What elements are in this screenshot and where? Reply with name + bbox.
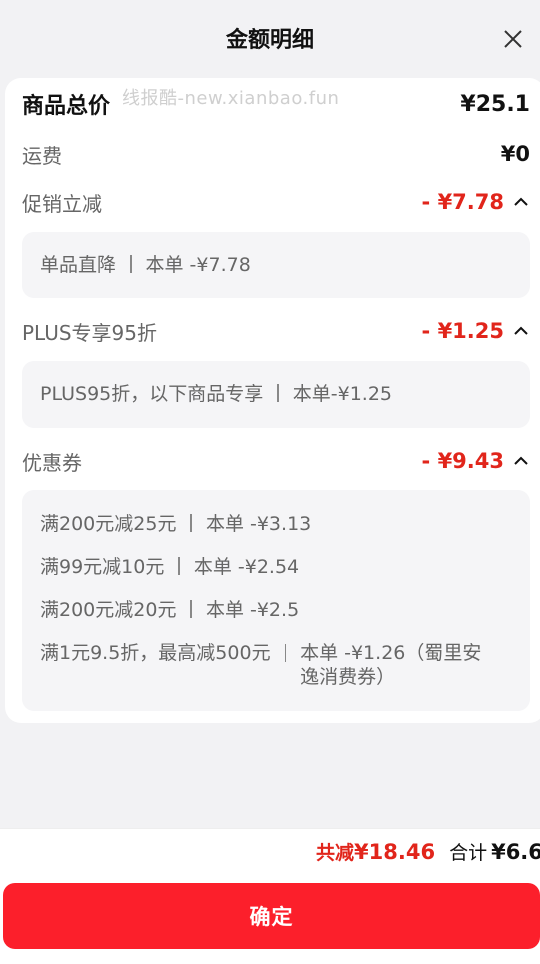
coupon-value: - ¥9.43 [421, 449, 504, 473]
checkout-summary: 共减 ¥18.46 合计 ¥6.64 [316, 838, 540, 865]
divider [277, 384, 279, 402]
plus-toggle[interactable]: - ¥1.25 [422, 319, 530, 343]
coupon-detail-box: 满200元减25元 本单 -¥3.13 满99元减10元 本单 -¥2.54 满20… [22, 490, 530, 711]
shipping-row: 运费 ¥0 [22, 136, 530, 172]
plus-value: - ¥1.25 [421, 319, 504, 343]
promo-detail-item: 单品直降 本单 -¥7.78 [40, 253, 512, 277]
coupon-detail-item: 满200元减25元 本单 -¥3.13 [40, 512, 512, 536]
total-reduce-value: ¥18.46 [354, 840, 436, 864]
divider [190, 600, 192, 618]
coupon-item-amount: 本单 -¥3.13 [205, 513, 312, 535]
coupon-item-name: 满1元9.5折，最高减500元 [40, 642, 271, 664]
coupon-item-amount: 本单 -¥2.5 [205, 599, 300, 621]
shipping-label: 运费 [22, 143, 62, 168]
divider [284, 644, 287, 662]
confirm-button[interactable]: 确定 [3, 883, 540, 949]
promo-row[interactable]: 促销立减 - ¥7.78 [22, 184, 530, 220]
coupon-item-name: 满200元减20元 [40, 599, 177, 621]
divider [190, 514, 192, 532]
coupon-detail-item: 满99元减10元 本单 -¥2.54 [40, 555, 512, 579]
coupon-row[interactable]: 优惠券 - ¥9.43 [22, 443, 530, 479]
close-icon [504, 30, 522, 48]
plus-detail-item: PLUS95折，以下商品专享 本单-¥1.25 [40, 382, 512, 406]
plus-detail-box: PLUS95折，以下商品专享 本单-¥1.25 [22, 361, 530, 428]
plus-item-amount: 本单-¥1.25 [292, 383, 392, 405]
coupon-toggle[interactable]: - ¥9.43 [422, 449, 530, 473]
total-reduce-label: 共减 [316, 842, 355, 864]
chevron-up-icon [514, 456, 528, 465]
grand-total-value: ¥6.64 [491, 840, 540, 864]
goods-total-label: 商品总价 [22, 94, 111, 119]
goods-total-value: ¥25.1 [460, 91, 530, 117]
coupon-detail-item: 满1元9.5折，最高减500元 本单 -¥1.26（蜀里安逸消费券） [40, 641, 512, 689]
coupon-item-name: 满200元减25元 [40, 513, 177, 535]
coupon-detail-item: 满200元减20元 本单 -¥2.5 [40, 598, 512, 622]
plus-label: PLUS专享95折 [22, 320, 157, 345]
promo-item-name: 单品直降 [40, 254, 117, 276]
chevron-up-icon [514, 326, 528, 335]
promo-item-amount: 本单 -¥7.78 [145, 254, 251, 276]
plus-item-name: PLUS95折，以下商品专享 [40, 383, 264, 405]
header: 金额明细 [0, 0, 540, 78]
coupon-item-amount: 本单 -¥2.54 [193, 556, 300, 578]
promo-detail-box: 单品直降 本单 -¥7.78 [22, 232, 530, 298]
coupon-item-amount: 本单 -¥1.26（蜀里安逸消费券） [300, 642, 482, 688]
coupon-item-name: 满99元减10元 [40, 556, 165, 578]
promo-toggle[interactable]: - ¥7.78 [422, 190, 530, 214]
promo-value: - ¥7.78 [421, 190, 504, 214]
chevron-up-icon [514, 197, 528, 206]
promo-label: 促销立减 [22, 191, 102, 216]
grand-total-label: 合计 [449, 842, 488, 864]
coupon-label: 优惠券 [22, 450, 82, 475]
close-button[interactable] [496, 22, 530, 56]
shipping-value: ¥0 [500, 142, 530, 166]
page-title: 金额明细 [225, 28, 314, 53]
divider [178, 557, 180, 575]
plus-row[interactable]: PLUS专享95折 - ¥1.25 [22, 313, 530, 349]
divider [130, 255, 132, 273]
goods-total-row: 商品总价 ¥25.1 [22, 86, 530, 122]
